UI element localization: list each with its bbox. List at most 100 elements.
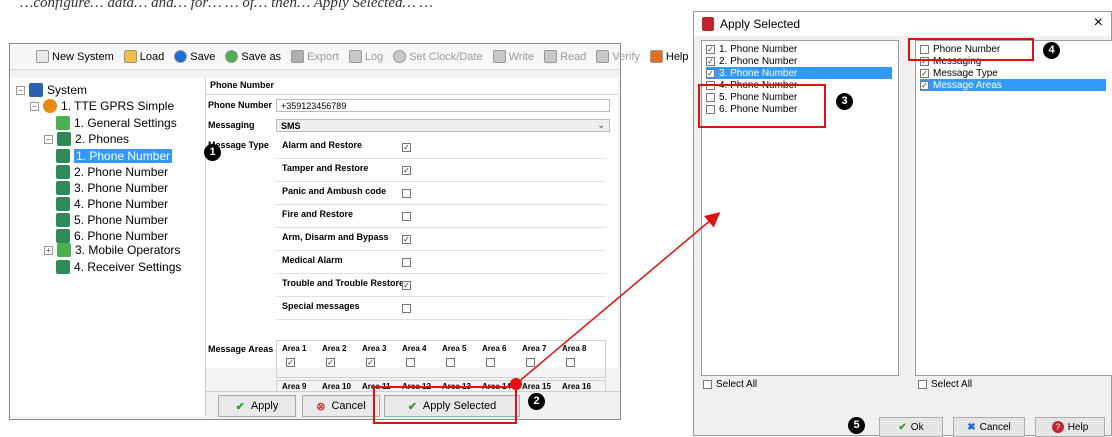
message-type-checkbox[interactable]: ✓ (402, 235, 411, 244)
toolbar-new-doc-button[interactable]: New System (36, 50, 114, 63)
area-checkbox[interactable] (446, 358, 455, 367)
collapse-icon[interactable]: − (30, 101, 39, 111)
expand-icon[interactable]: + (44, 245, 53, 255)
tree-node-general-settings[interactable]: 1. General Settings (56, 115, 177, 131)
select-all-left[interactable]: Select All (703, 378, 757, 390)
save-icon (174, 50, 188, 63)
checkbox[interactable]: ✓ (920, 68, 929, 78)
list-item[interactable]: ✓ 3. Phone Number (706, 67, 892, 79)
messaging-label: Messaging (208, 120, 255, 130)
tree-node-phones[interactable]: − 2. Phones (44, 131, 129, 147)
list-item[interactable]: ✓ Message Areas (920, 79, 1106, 91)
list-item-label: Message Areas (933, 79, 1002, 91)
list-item-label: 1. Phone Number (719, 43, 798, 55)
field-list[interactable]: Phone Number ✓ Messaging ✓ Message Type ✓ Mess… (915, 40, 1112, 376)
tree-node-receiver-settings[interactable]: 4. Receiver Settings (56, 259, 181, 275)
tree-label: 1. TTE GPRS Simple (61, 99, 175, 113)
close-icon[interactable]: × (1094, 14, 1103, 32)
cancel-label: Cancel (979, 421, 1011, 433)
area-checkbox[interactable]: ✓ (286, 358, 295, 367)
collapse-icon[interactable]: − (16, 85, 25, 95)
toolbar-help-button[interactable]: Help (649, 50, 689, 63)
tree-label: 1. General Settings (74, 116, 177, 130)
area-checkbox[interactable]: ✓ (326, 358, 335, 367)
toolbar-write-button[interactable]: Write (492, 50, 535, 63)
ok-button[interactable]: ✔ Ok (879, 417, 943, 437)
toolbar-save-as-button[interactable]: Save as (225, 50, 281, 63)
checkbox[interactable] (703, 379, 712, 389)
area-checkbox[interactable] (406, 358, 415, 367)
message-type-checkbox[interactable] (402, 212, 411, 221)
phone-number-input[interactable]: +359123456789 (276, 99, 610, 112)
tree-label: 6. Phone Number (74, 229, 169, 243)
message-type-checkbox[interactable]: ✓ (402, 166, 411, 175)
checkmark-icon: ✔ (898, 421, 907, 433)
tree-label: 3. Phone Number (74, 181, 169, 195)
area-checkbox[interactable] (486, 358, 495, 367)
checkbox[interactable]: ✓ (706, 68, 715, 78)
area-label: Area 1 (282, 344, 307, 353)
tree-node-mobile-operators[interactable]: + 3. Mobile Operators (44, 242, 180, 258)
list-item[interactable]: ✓ 2. Phone Number (706, 55, 797, 67)
tree-node-phone-5[interactable]: 5. Phone Number (56, 212, 168, 228)
apply-button[interactable]: ✔ Apply (218, 395, 296, 417)
area-checkbox[interactable] (526, 358, 535, 367)
tree-node-phone-1[interactable]: 1. Phone Number (56, 148, 173, 164)
toolbar-log-button[interactable]: Log (348, 50, 383, 63)
toolbar-folder-button[interactable]: Load (123, 50, 164, 63)
tree-node-phone-2[interactable]: 2. Phone Number (56, 164, 168, 180)
phone-settings-form: Phone Number Phone Number +359123456789 … (206, 78, 618, 416)
phone-label: Phone Number (208, 100, 273, 110)
area-label: Area 10 (322, 382, 351, 391)
help-label: Help (1067, 421, 1089, 433)
toolbar-label: Read (560, 50, 587, 63)
message-type-label: Panic and Ambush code (282, 186, 387, 196)
highlight-unchecked-phones (698, 84, 826, 128)
area-checkbox[interactable]: ✓ (366, 358, 375, 367)
step-marker-3: 3 (836, 93, 853, 110)
toolbar-clock-button[interactable]: Set Clock/Date (393, 50, 483, 63)
message-type-checkbox[interactable] (402, 189, 411, 198)
messaging-select[interactable]: SMS ⌄ (276, 119, 610, 132)
area-label: Area 3 (362, 344, 387, 353)
tree-node-phone-3[interactable]: 3. Phone Number (56, 180, 168, 196)
toolbar-label: Help (665, 50, 689, 63)
phone-icon (56, 165, 70, 179)
toolbar-label: Write (508, 50, 535, 63)
toolbar-verify-button[interactable]: Verify (596, 50, 640, 63)
select-all-right[interactable]: Select All (918, 378, 972, 390)
list-item-label: Message Type (933, 67, 998, 79)
folder-icon (123, 50, 137, 63)
tree-node-device[interactable]: − 1. TTE GPRS Simple (30, 98, 174, 114)
list-item[interactable]: ✓ 1. Phone Number (706, 43, 797, 55)
tree-node-system[interactable]: − System (16, 82, 87, 98)
message-type-checkbox[interactable] (402, 304, 411, 313)
log-icon (348, 50, 362, 63)
message-type-row: Special messages (276, 297, 606, 320)
apply-selected-dialog: Apply Selected × ✓ 1. Phone Number ✓ 2. Pho… (693, 11, 1112, 437)
cancel-button[interactable]: ⊗ Cancel (302, 395, 380, 417)
checkbox[interactable]: ✓ (706, 56, 715, 66)
area-checkbox[interactable] (566, 358, 575, 367)
message-type-checkbox[interactable]: ✓ (402, 281, 411, 290)
list-item[interactable]: ✓ Message Type (920, 67, 998, 79)
collapse-icon[interactable]: − (44, 134, 53, 144)
message-type-checkbox[interactable]: ✓ (402, 143, 411, 152)
apply-label: Apply (250, 400, 279, 412)
toolbar-export-button[interactable]: Export (291, 50, 339, 63)
tree-label: 4. Receiver Settings (74, 260, 182, 274)
checkbox[interactable]: ✓ (706, 44, 715, 54)
checkbox[interactable]: ✓ (920, 80, 929, 90)
checkbox[interactable] (918, 379, 927, 389)
toolbar-read-button[interactable]: Read (544, 50, 586, 63)
help-button[interactable]: ? Help (1035, 417, 1105, 437)
cancel-x-icon: ✖ (967, 421, 976, 433)
dialog-cancel-button[interactable]: ✖ Cancel (953, 417, 1025, 437)
area-label: Area 5 (442, 344, 467, 353)
export-icon (291, 50, 305, 63)
message-type-checkbox[interactable] (402, 258, 411, 267)
tree-node-phone-4[interactable]: 4. Phone Number (56, 196, 168, 212)
caption-text: …configure… data… and… for… … of… then… … (20, 0, 433, 11)
toolbar-save-button[interactable]: Save (174, 50, 215, 63)
clock-icon (393, 50, 407, 63)
